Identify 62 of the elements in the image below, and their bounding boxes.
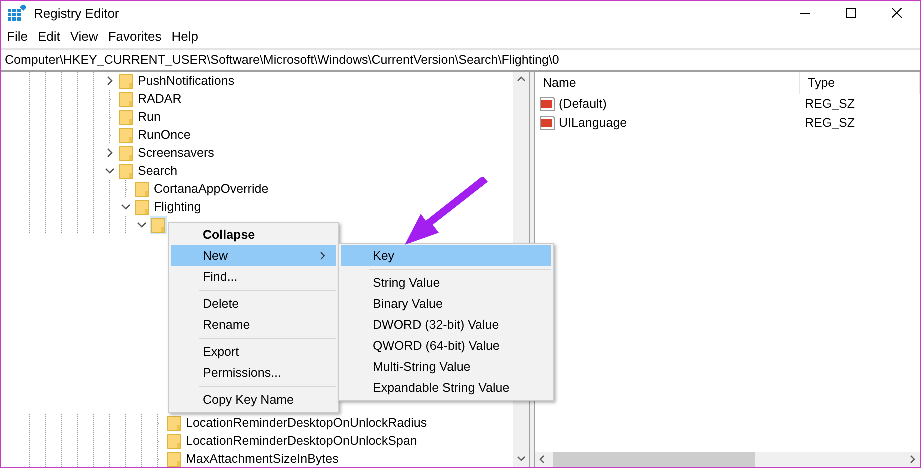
menu-bar-item[interactable]: View [65, 29, 104, 44]
folder-icon [151, 217, 165, 233]
chevron-down-icon[interactable] [105, 166, 115, 176]
tree-node[interactable]: LocationReminderDesktopOnUnlockRadius [166, 414, 430, 432]
value-name: UILanguage [559, 116, 628, 130]
scrollbar-thumb[interactable] [553, 452, 755, 467]
menu-item[interactable]: Key [341, 245, 551, 266]
maximize-icon [846, 8, 856, 18]
folder-icon [135, 181, 149, 197]
tree-node[interactable]: CortanaAppOverride [134, 180, 271, 198]
value-name: (Default) [559, 96, 607, 110]
menu-item[interactable]: Multi-String Value [341, 356, 551, 377]
menu-bar-item[interactable]: Edit [32, 29, 66, 44]
folder-icon [119, 91, 133, 107]
tree-node[interactable] [150, 216, 167, 234]
tree-node[interactable]: MaxAttachmentSizeInBytes [166, 450, 341, 467]
folder-icon [119, 145, 133, 161]
chevron-right-icon[interactable] [105, 76, 115, 86]
menu-item[interactable]: Delete [171, 293, 336, 314]
window-title: Registry Editor [34, 6, 120, 20]
folder-icon [167, 433, 181, 449]
tree-node[interactable]: PushNotifications [118, 72, 237, 90]
menu-item[interactable]: Find... [171, 266, 336, 287]
menu-bar-item[interactable]: Help [166, 29, 204, 44]
folder-icon [119, 127, 133, 143]
menu-item[interactable]: DWORD (32-bit) Value [341, 314, 551, 335]
string-value-icon [540, 96, 556, 112]
menu-item[interactable]: String Value [341, 272, 551, 293]
chevron-right-icon[interactable] [105, 148, 115, 158]
menu-item[interactable]: Collapse [171, 224, 336, 245]
close-icon [892, 8, 902, 18]
menu-item[interactable]: New [171, 245, 336, 266]
tree-node[interactable]: Flighting [134, 198, 204, 216]
folder-icon [119, 109, 133, 125]
folder-icon [119, 163, 133, 179]
string-value-icon [540, 114, 556, 130]
menu-bar-item[interactable]: Favorites [103, 29, 167, 44]
menu-item[interactable]: Copy Key Name [171, 389, 336, 410]
value-type: REG_SZ [805, 116, 856, 130]
menu-item[interactable]: Expandable String Value [341, 377, 551, 398]
address-bar[interactable]: Computer\HKEY_CURRENT_USER\Software\Microsoft\Windows\CurrentVersion\Search\Flighting\0 [1, 48, 920, 71]
app-icon [8, 5, 26, 21]
folder-icon [167, 451, 181, 467]
folder-icon [167, 415, 181, 431]
menu-bar-item[interactable]: File [2, 29, 33, 44]
column-header[interactable]: Type [800, 72, 920, 94]
tree-node[interactable]: Run [118, 108, 163, 126]
menu-item[interactable]: Rename [171, 314, 336, 335]
tree-node[interactable]: LocationReminderDesktopOnUnlockSpan [166, 432, 420, 450]
folder-icon [119, 73, 133, 89]
column-header[interactable]: Name [535, 72, 800, 94]
horizontal-scrollbar[interactable] [535, 452, 920, 467]
tree-node[interactable]: Search [118, 162, 180, 180]
menu-item[interactable]: Permissions... [171, 362, 336, 383]
menu-item[interactable]: QWORD (64-bit) Value [341, 335, 551, 356]
tree-node[interactable]: RunOnce [118, 126, 193, 144]
tree-node[interactable]: RADAR [118, 90, 184, 108]
value-type: REG_SZ [805, 96, 856, 110]
menu-item[interactable]: Binary Value [341, 293, 551, 314]
tree-node[interactable]: Screensavers [118, 144, 216, 162]
folder-icon [135, 199, 149, 215]
menu-item[interactable]: Export [171, 341, 336, 362]
